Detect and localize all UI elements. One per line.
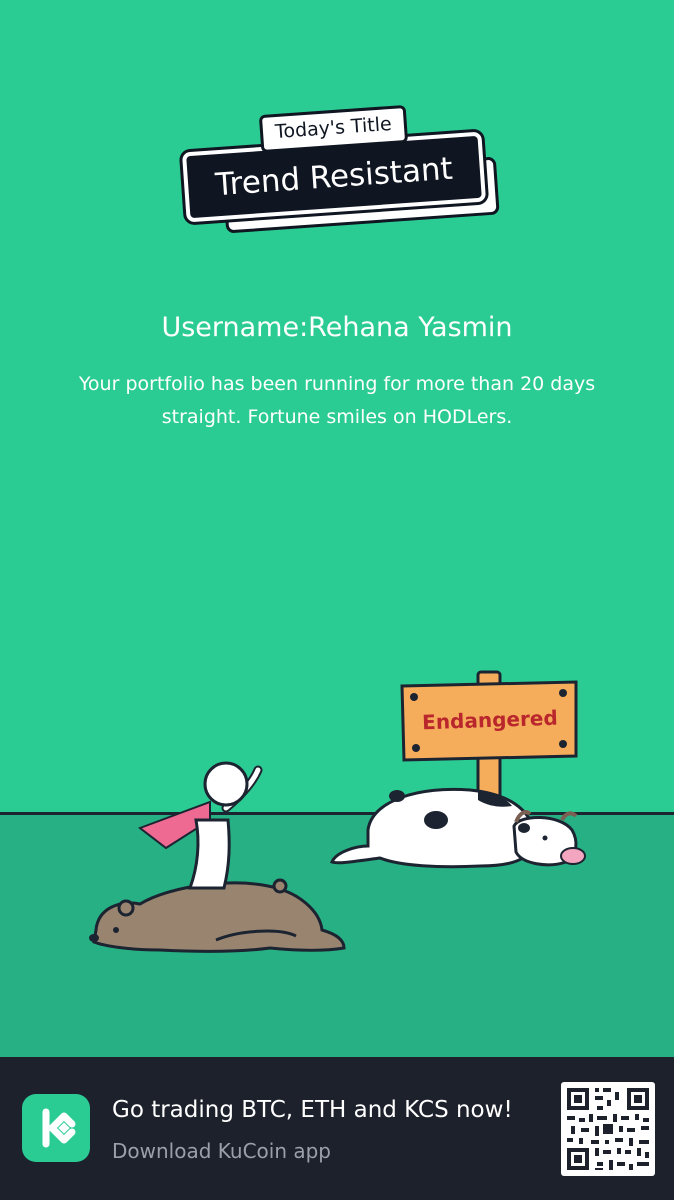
title-badge: Trend Resistant Today's Title: [181, 100, 500, 234]
banner-headline: Go trading BTC, ETH and KCS now!: [112, 1097, 513, 1123]
bear-figure: [89, 878, 346, 953]
banner-subline[interactable]: Download KuCoin app: [112, 1139, 331, 1163]
hero-figure: [137, 761, 263, 890]
endangered-sign: Endangered: [400, 670, 578, 804]
sign-text: Endangered: [422, 706, 558, 735]
download-banner[interactable]: Go trading BTC, ETH and KCS now! Downloa…: [0, 1057, 674, 1200]
username-text: Username:Rehana Yasmin: [161, 312, 513, 343]
portfolio-description: Your portfolio has been running for more…: [78, 373, 596, 428]
kucoin-logo-icon[interactable]: [22, 1094, 90, 1162]
qr-code[interactable]: [561, 1082, 655, 1176]
cow-figure: [330, 787, 586, 869]
illustration: Endangered: [89, 670, 586, 953]
